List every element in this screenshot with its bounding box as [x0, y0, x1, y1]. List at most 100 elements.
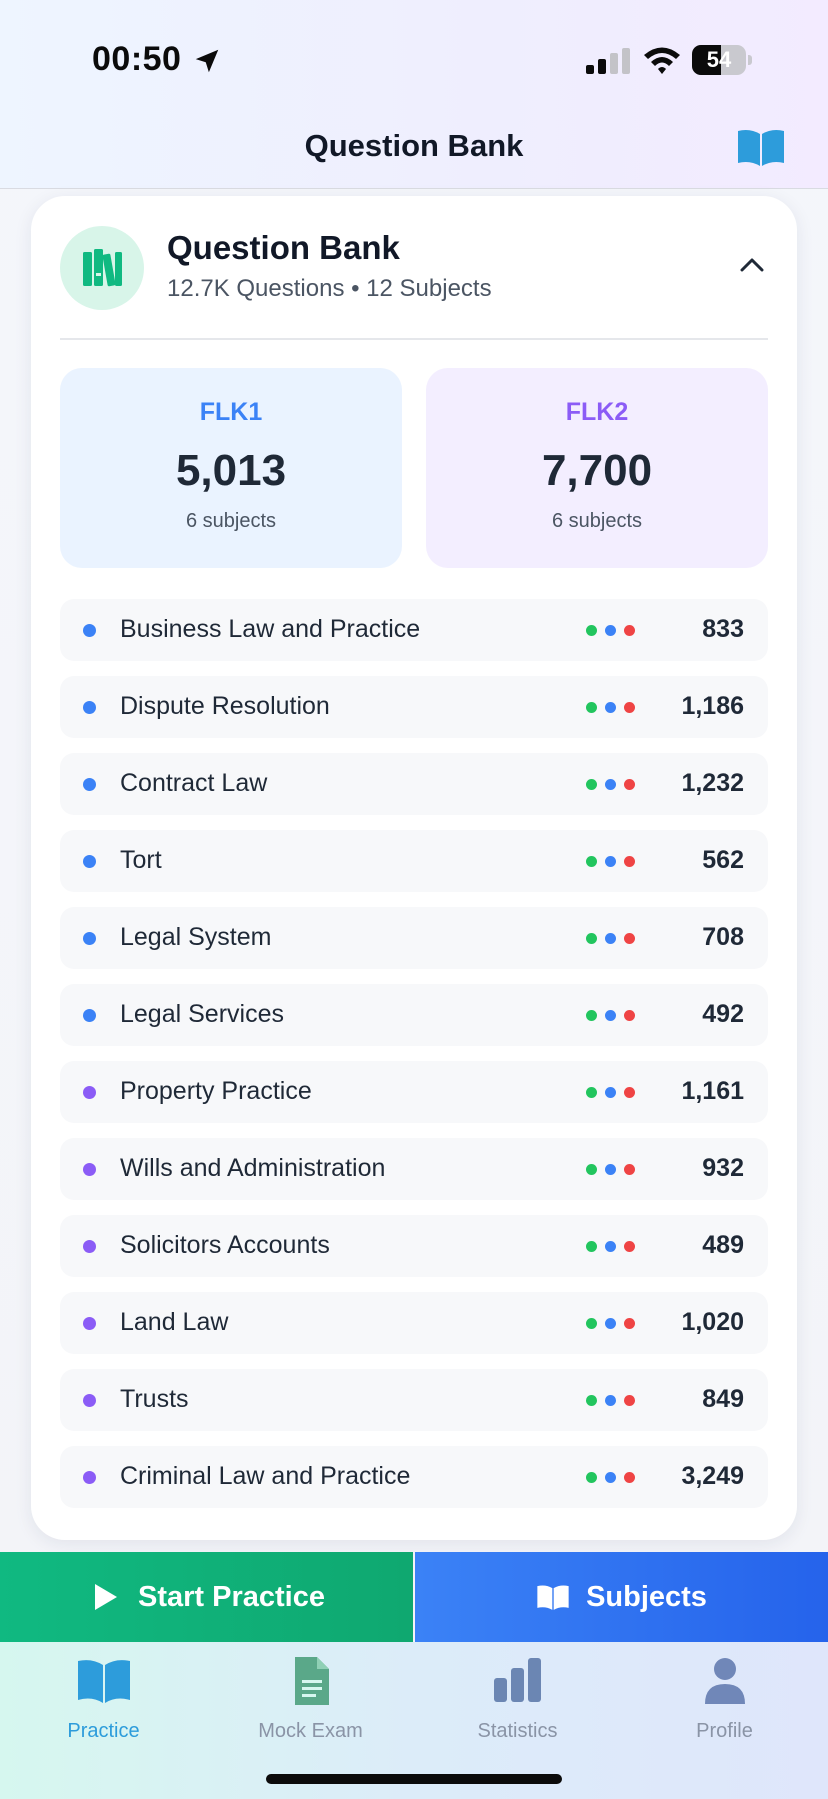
subject-name: Contract Law: [120, 769, 268, 797]
difficulty-dot: [586, 1164, 597, 1175]
difficulty-dot: [605, 1087, 616, 1098]
difficulty-dots: [586, 1164, 638, 1176]
tab-profile[interactable]: Profile: [621, 1656, 828, 1756]
difficulty-dot: [586, 779, 597, 790]
exam-label: FLK1: [199, 398, 263, 426]
group-dot: [83, 932, 96, 945]
card-header[interactable]: Question Bank 12.7K Questions • 12 Subje…: [31, 196, 797, 338]
tab-statistics[interactable]: Statistics: [414, 1656, 621, 1756]
difficulty-dot: [624, 1164, 635, 1175]
exam-card-flk2[interactable]: FLK2 7,700 6 subjects: [426, 368, 768, 568]
book-open-icon: [78, 1660, 130, 1703]
books-badge: [60, 226, 144, 310]
group-dot: [83, 1086, 96, 1099]
subject-row[interactable]: Property Practice 1,161: [60, 1061, 768, 1123]
subject-name: Business Law and Practice: [120, 615, 421, 643]
group-dot: [83, 1394, 96, 1407]
difficulty-dots: [586, 1472, 638, 1484]
group-dot: [83, 1009, 96, 1022]
difficulty-dot: [624, 1395, 635, 1406]
status-time: 00:50: [92, 40, 182, 78]
subject-row[interactable]: Tort 562: [60, 830, 768, 892]
exam-question-count: 5,013: [175, 446, 287, 495]
start-practice-label: Start Practice: [138, 1580, 325, 1613]
subject-count: 932: [702, 1154, 744, 1182]
subject-name: Tort: [120, 846, 162, 874]
subject-row[interactable]: Legal Services 492: [60, 984, 768, 1046]
exam-label: FLK2: [565, 398, 629, 426]
group-dot: [83, 778, 96, 791]
subject-row[interactable]: Dispute Resolution 1,186: [60, 676, 768, 738]
difficulty-dot: [624, 1318, 635, 1329]
difficulty-dot: [605, 1164, 616, 1175]
difficulty-dot: [586, 1087, 597, 1098]
difficulty-dot: [624, 625, 635, 636]
book-open-icon[interactable]: [736, 126, 786, 168]
subject-count: 492: [702, 1000, 744, 1028]
difficulty-dot: [605, 933, 616, 944]
difficulty-dot: [586, 702, 597, 713]
subject-name: Trusts: [120, 1385, 189, 1413]
difficulty-dot: [586, 1318, 597, 1329]
tab-mock-exam[interactable]: Mock Exam: [207, 1656, 414, 1756]
subject-count: 1,020: [681, 1308, 744, 1336]
subject-count: 562: [702, 846, 744, 874]
difficulty-dots: [586, 1395, 638, 1407]
group-dot: [83, 624, 96, 637]
subject-row[interactable]: Contract Law 1,232: [60, 753, 768, 815]
difficulty-dots: [586, 1087, 638, 1099]
status-bar: 00:50 54: [0, 0, 828, 120]
difficulty-dots: [586, 1241, 638, 1253]
home-indicator: [266, 1774, 562, 1784]
difficulty-dot: [605, 1472, 616, 1483]
difficulty-dots: [586, 1318, 638, 1330]
exam-card-flk1[interactable]: FLK1 5,013 6 subjects: [60, 368, 402, 568]
group-dot: [83, 1240, 96, 1253]
subject-name: Land Law: [120, 1308, 229, 1336]
bar-chart-icon: [494, 1658, 541, 1702]
subject-row[interactable]: Solicitors Accounts 489: [60, 1215, 768, 1277]
card-title: Question Bank: [167, 229, 400, 266]
subjects-button[interactable]: Subjects: [415, 1552, 828, 1642]
subject-row[interactable]: Wills and Administration 932: [60, 1138, 768, 1200]
group-dot: [83, 1471, 96, 1484]
start-practice-button[interactable]: Start Practice: [0, 1552, 413, 1642]
wifi-icon: [644, 47, 680, 74]
difficulty-dots: [586, 856, 638, 868]
subject-count: 489: [702, 1231, 744, 1259]
subject-name: Wills and Administration: [120, 1154, 386, 1182]
difficulty-dot: [605, 779, 616, 790]
tab-label: Practice: [67, 1720, 140, 1742]
document-icon: [295, 1657, 329, 1705]
subject-count: 1,232: [681, 769, 744, 797]
subject-row[interactable]: Trusts 849: [60, 1369, 768, 1431]
subject-count: 1,186: [681, 692, 744, 720]
difficulty-dot: [624, 856, 635, 867]
person-icon: [705, 1658, 745, 1704]
difficulty-dot: [586, 625, 597, 636]
subject-name: Property Practice: [120, 1077, 312, 1105]
chevron-up-icon[interactable]: [737, 250, 767, 280]
difficulty-dot: [624, 1087, 635, 1098]
difficulty-dot: [586, 1010, 597, 1021]
difficulty-dot: [605, 856, 616, 867]
difficulty-dot: [586, 933, 597, 944]
subject-row[interactable]: Land Law 1,020: [60, 1292, 768, 1354]
books-icon: [83, 249, 122, 287]
difficulty-dots: [586, 702, 638, 714]
book-open-icon: [537, 1585, 569, 1610]
subject-count: 833: [702, 615, 744, 643]
subjects-label: Subjects: [586, 1580, 707, 1613]
difficulty-dot: [586, 1241, 597, 1252]
group-dot: [83, 1163, 96, 1176]
tab-practice[interactable]: Practice: [0, 1656, 207, 1756]
subject-count: 708: [702, 923, 744, 951]
subject-name: Dispute Resolution: [120, 692, 330, 720]
exam-question-count: 7,700: [541, 446, 653, 495]
subject-row[interactable]: Business Law and Practice 833: [60, 599, 768, 661]
difficulty-dot: [624, 1010, 635, 1021]
subject-row[interactable]: Criminal Law and Practice 3,249: [60, 1446, 768, 1508]
subject-count: 1,161: [681, 1077, 744, 1105]
tab-label: Profile: [696, 1720, 753, 1742]
subject-row[interactable]: Legal System 708: [60, 907, 768, 969]
